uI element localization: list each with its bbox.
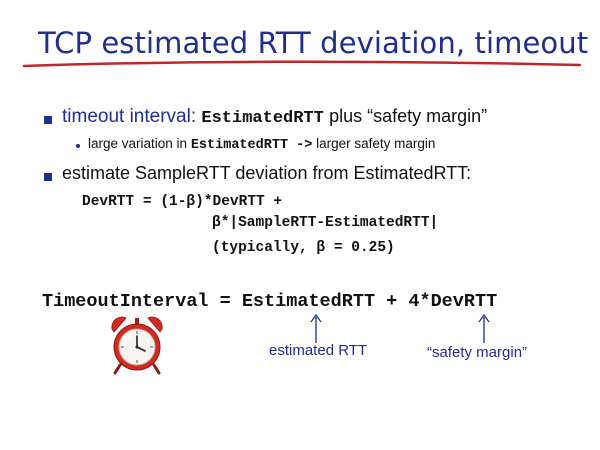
- annotation-safety-margin: “safety margin”: [427, 344, 528, 361]
- bullet-timeout-suffix: plus “safety margin”: [329, 106, 488, 126]
- timeout-formula: TimeoutInterval = EstimatedRTT + 4*DevRT…: [42, 291, 498, 312]
- sub-bullet-marker: [76, 144, 80, 148]
- arrow-up-icon: [478, 314, 490, 343]
- code-estimatedrtt: EstimatedRTT: [201, 109, 324, 128]
- code-typical-beta: (typically, β = 0.25): [212, 240, 395, 256]
- bullet-marker: [44, 173, 52, 181]
- title-underline: [22, 60, 582, 68]
- code-devrtt-line1: DevRTT = (1-β)*DevRTT +: [82, 194, 283, 210]
- code-estimatedrtt-arrow: EstimatedRTT ->: [190, 138, 313, 153]
- slide: TCP estimated RTT deviation, timeout tim…: [0, 0, 600, 450]
- sub-bullet-large-variation: large variation in EstimatedRTT -> large…: [88, 136, 435, 153]
- alarm-clock-icon: [111, 316, 163, 375]
- code-devrtt-line2: β*|SampleRTT-EstimatedRTT|: [212, 215, 439, 231]
- sub-bullet-suffix: larger safety margin: [316, 136, 436, 151]
- arrow-up-icon: [310, 314, 322, 343]
- annotation-estimated-rtt: estimated RTT: [269, 342, 368, 359]
- bullet-timeout-label: timeout interval:: [62, 106, 197, 127]
- sub-bullet-prefix: large variation in: [88, 136, 188, 151]
- bullet-estimate-deviation: estimate SampleRTT deviation from Estima…: [62, 163, 472, 183]
- bullet-timeout-interval: timeout interval: EstimatedRTT plus “saf…: [62, 106, 487, 128]
- slide-title: TCP estimated RTT deviation, timeout: [38, 26, 589, 60]
- bullet-marker: [44, 116, 52, 124]
